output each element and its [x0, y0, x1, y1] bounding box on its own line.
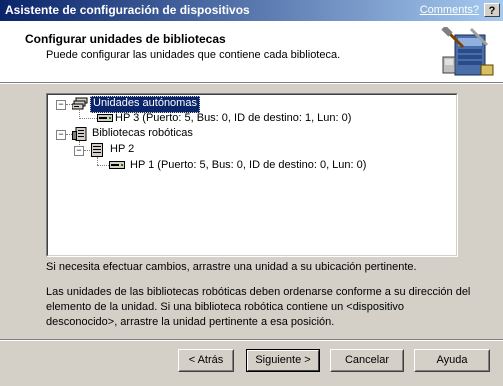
next-button[interactable]: Siguiente >: [246, 349, 320, 372]
device-config-wizard: Asistente de configuración de dispositiv…: [0, 0, 503, 386]
drive-stack-icon: [72, 97, 88, 110]
instruction-order-line2: elemento de la unidad. Si una biblioteca…: [46, 301, 405, 313]
back-button[interactable]: < Atrás: [178, 349, 234, 372]
header-separator: [0, 82, 503, 84]
collapse-hp2-toggle[interactable]: −: [74, 146, 84, 156]
comments-link[interactable]: Comments?: [420, 4, 479, 16]
instruction-order-line1: Las unidades de las bibliotecas robótica…: [46, 286, 471, 298]
wizard-tools-icon: [441, 27, 494, 76]
library-device-icon: [91, 143, 103, 157]
page-subtitle: Puede configurar las unidades que contie…: [46, 49, 341, 61]
help-button[interactable]: Ayuda: [414, 349, 490, 372]
window-title: Asistente de configuración de dispositiv…: [5, 3, 250, 17]
title-help-button[interactable]: ?: [484, 3, 500, 17]
page-title: Configurar unidades de bibliotecas: [25, 32, 226, 46]
cancel-button[interactable]: Cancelar: [330, 349, 404, 372]
tape-drive-icon: [97, 114, 113, 122]
robotic-library-icon: [72, 127, 87, 141]
title-bar[interactable]: Asistente de configuración de dispositiv…: [0, 0, 503, 21]
collapse-robotic-toggle[interactable]: −: [56, 130, 66, 140]
wizard-header: Configurar unidades de bibliotecas Puede…: [0, 21, 503, 82]
footer-separator: [0, 339, 503, 341]
collapse-standalone-toggle[interactable]: −: [56, 100, 66, 110]
instruction-order-line3: desconocido>, arrastre la unidad pertine…: [46, 316, 335, 328]
library-tree-view[interactable]: − Unidades autónomas HP 3 (Puerto: 5, Bu…: [46, 93, 458, 257]
tape-drive-icon: [109, 161, 125, 169]
instruction-drag: Si necesita efectuar cambios, arrastre u…: [46, 261, 417, 273]
tree-item-standalone-drives[interactable]: Unidades autónomas: [90, 96, 200, 113]
